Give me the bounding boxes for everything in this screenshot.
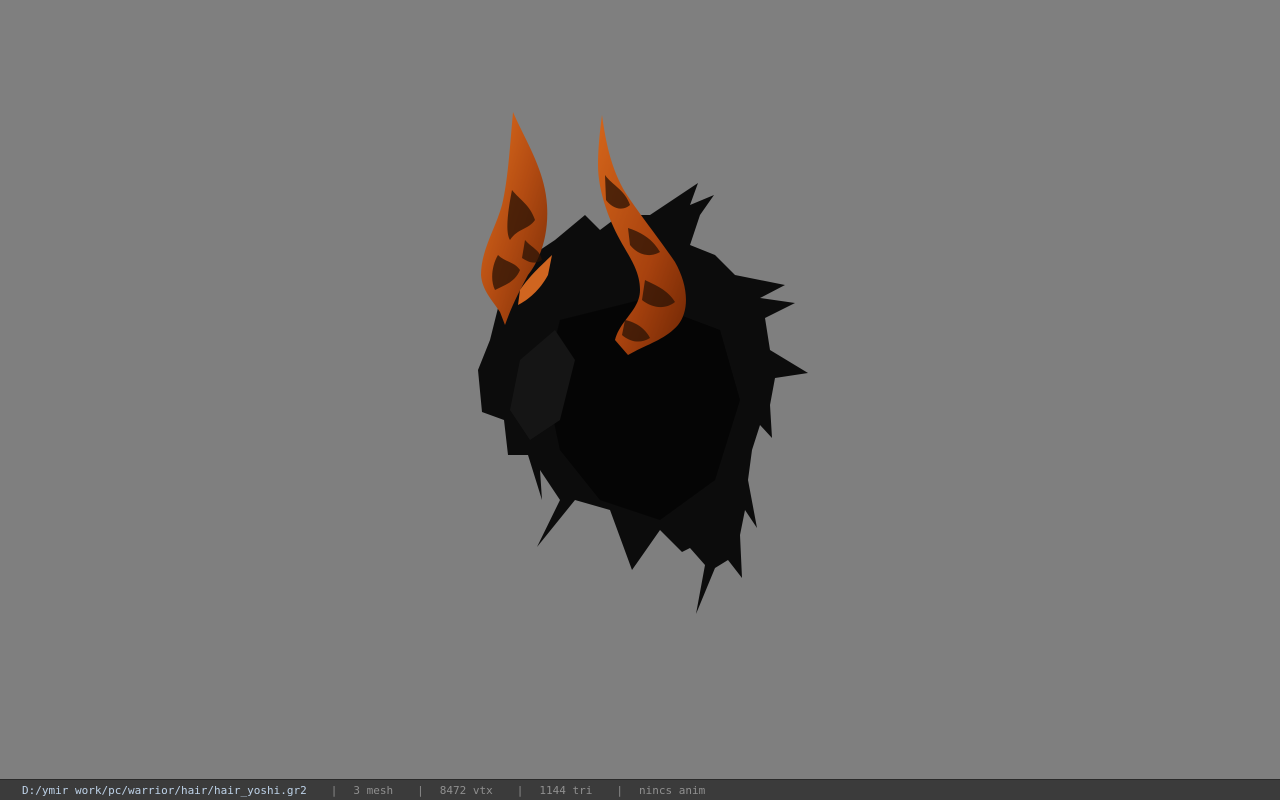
status-bar: D:/ymir work/pc/warrior/hair/hair_yoshi.… <box>0 779 1280 800</box>
vertex-count-label: 8472 vtx <box>439 783 493 797</box>
3d-viewport[interactable] <box>0 0 1280 779</box>
status-separator: | <box>417 783 424 797</box>
triangle-count-label: 1144 tri <box>539 783 593 797</box>
status-separator: | <box>516 783 524 797</box>
status-separator: | <box>616 783 623 797</box>
hair-model <box>478 112 808 614</box>
status-separator: | <box>330 783 338 797</box>
mesh-count-label: 3 mesh <box>353 783 394 797</box>
file-path-label: D:/ymir work/pc/warrior/hair/hair_yoshi.… <box>22 783 307 797</box>
animation-status-label: nincs anim <box>639 783 706 797</box>
